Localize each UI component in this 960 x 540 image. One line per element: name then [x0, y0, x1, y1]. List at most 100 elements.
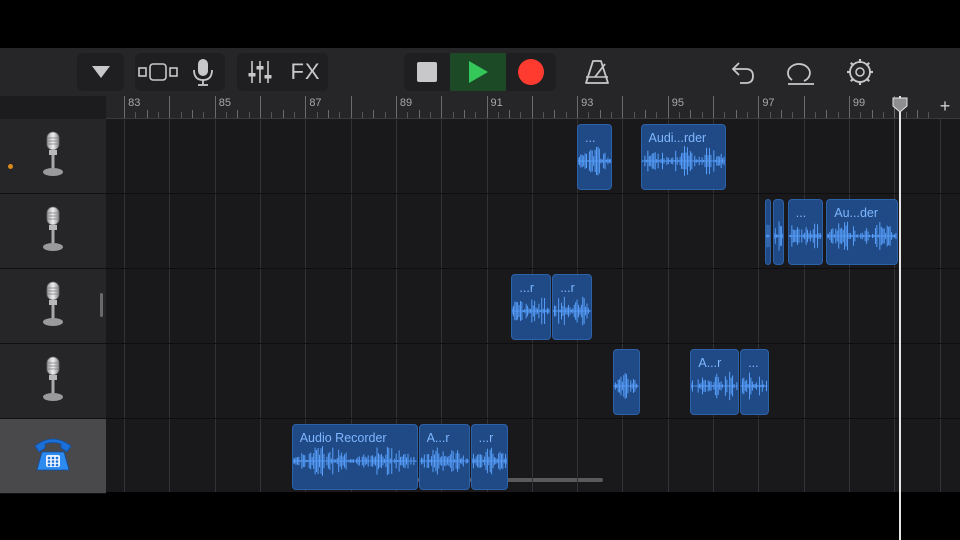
- header-resize-handle[interactable]: [100, 293, 103, 317]
- ruler-subtick: [429, 112, 431, 118]
- waveform: [614, 373, 639, 399]
- ruler-tick: [350, 96, 352, 118]
- bar-gridline: [124, 119, 126, 492]
- metronome-icon[interactable]: [577, 53, 617, 91]
- toolbar: FX: [0, 48, 960, 96]
- audio-region[interactable]: Audio Recorder: [291, 424, 418, 490]
- audio-region[interactable]: ...: [577, 124, 613, 190]
- audio-region[interactable]: Au...der: [826, 199, 898, 265]
- bar-gridline: [260, 119, 262, 492]
- ruler-subtick: [746, 112, 748, 118]
- ruler-tick: [169, 96, 171, 118]
- view-toggle-icon[interactable]: [135, 53, 180, 91]
- track-header-3[interactable]: [0, 269, 106, 344]
- mixer-fx-group: FX: [237, 53, 328, 91]
- ruler-subtick: [633, 112, 635, 118]
- ruler-tick: [531, 96, 533, 118]
- ruler-subtick: [679, 112, 681, 118]
- fx-button[interactable]: FX: [283, 53, 328, 91]
- audio-region[interactable]: A...r: [690, 349, 740, 415]
- playhead-handle[interactable]: [892, 97, 908, 113]
- ruler-subtick: [407, 112, 409, 118]
- ruler-tick: [780, 110, 782, 118]
- ruler-subtick: [271, 112, 273, 118]
- ruler-tick: [871, 110, 873, 118]
- ruler-tick: [509, 110, 511, 118]
- microphone-icon: [40, 281, 66, 332]
- track-header-2[interactable]: [0, 194, 106, 269]
- ruler-tick: [599, 110, 601, 118]
- bar-gridline: [803, 119, 805, 492]
- track-area[interactable]: ... Audi...rder ... Au...der ...r ...r A…: [106, 119, 960, 492]
- track-header-5[interactable]: [0, 419, 106, 494]
- audio-region[interactable]: Audi...rder: [640, 124, 726, 190]
- waveform: [471, 447, 508, 475]
- audio-region[interactable]: ...r: [470, 424, 509, 490]
- undo-icon[interactable]: [722, 53, 762, 91]
- settings-icon[interactable]: [840, 53, 880, 91]
- audio-region[interactable]: [765, 199, 772, 265]
- browser-group: [77, 53, 124, 91]
- ruler-tick: [282, 110, 284, 118]
- ruler-tick: [305, 96, 307, 118]
- waveform: [788, 223, 822, 249]
- waveform: [766, 224, 771, 248]
- dropdown-icon[interactable]: [77, 53, 124, 91]
- ruler-subtick: [701, 112, 703, 118]
- ruler-bar-label: 87: [309, 97, 322, 109]
- add-section-button[interactable]: +: [936, 96, 954, 116]
- bar-gridline: [169, 119, 171, 492]
- play-icon[interactable]: [450, 53, 506, 91]
- audio-region[interactable]: ...: [787, 199, 823, 265]
- ruler-subtick: [226, 112, 228, 118]
- bar-gridline: [214, 119, 216, 492]
- microphone-icon[interactable]: [180, 53, 225, 91]
- ruler-tick: [577, 96, 579, 118]
- ruler-bar-label: 93: [581, 97, 594, 109]
- lane-separator: [106, 268, 960, 269]
- ruler-subtick: [452, 112, 454, 118]
- ruler-subtick: [611, 112, 613, 118]
- ruler-subtick: [656, 112, 658, 118]
- ruler-tick: [260, 96, 262, 118]
- ruler-subtick: [837, 112, 839, 118]
- ruler-tick: [554, 110, 556, 118]
- audio-region[interactable]: [613, 349, 640, 415]
- ruler-tick: [622, 96, 624, 118]
- loop-icon[interactable]: [781, 53, 821, 91]
- ruler-subtick: [882, 112, 884, 118]
- ruler-tick: [735, 110, 737, 118]
- waveform: [741, 372, 768, 400]
- ruler-tick: [373, 110, 375, 118]
- ruler-tick: [667, 96, 669, 118]
- playhead[interactable]: [892, 96, 908, 540]
- audio-region[interactable]: ...r: [511, 274, 552, 340]
- track-header-4[interactable]: [0, 344, 106, 419]
- waveform: [419, 447, 469, 475]
- waveform: [578, 146, 612, 176]
- stop-icon[interactable]: [404, 53, 450, 91]
- audio-region[interactable]: ...: [740, 349, 769, 415]
- timeline-ruler[interactable]: 83 85 87 89 91 93 95 97 99: [106, 96, 960, 119]
- ruler-subtick: [860, 112, 862, 118]
- microphone-icon: [40, 356, 66, 407]
- ruler-tick: [916, 110, 918, 118]
- audio-region[interactable]: A...r: [418, 424, 470, 490]
- ruler-subtick: [769, 112, 771, 118]
- track-headers: [0, 119, 106, 494]
- ruler-tick: [645, 110, 647, 118]
- audio-region[interactable]: [773, 199, 785, 265]
- ruler-bar-label: 95: [671, 97, 684, 109]
- ruler-subtick: [339, 112, 341, 118]
- ruler-tick: [690, 110, 692, 118]
- ruler-tick: [441, 96, 443, 118]
- record-icon[interactable]: [506, 53, 556, 91]
- garageband-tracks-view: FX 83 85 87 89 91 93 95 97 99 + ... Audi…: [0, 48, 960, 540]
- bar-gridline: [894, 119, 896, 492]
- track-header-1[interactable]: [0, 119, 106, 194]
- ruler-subtick: [158, 112, 160, 118]
- audio-region[interactable]: ...r: [552, 274, 592, 340]
- ruler-tick: [418, 110, 420, 118]
- ruler-bar-label: 83: [128, 97, 141, 109]
- mixer-icon[interactable]: [237, 53, 283, 91]
